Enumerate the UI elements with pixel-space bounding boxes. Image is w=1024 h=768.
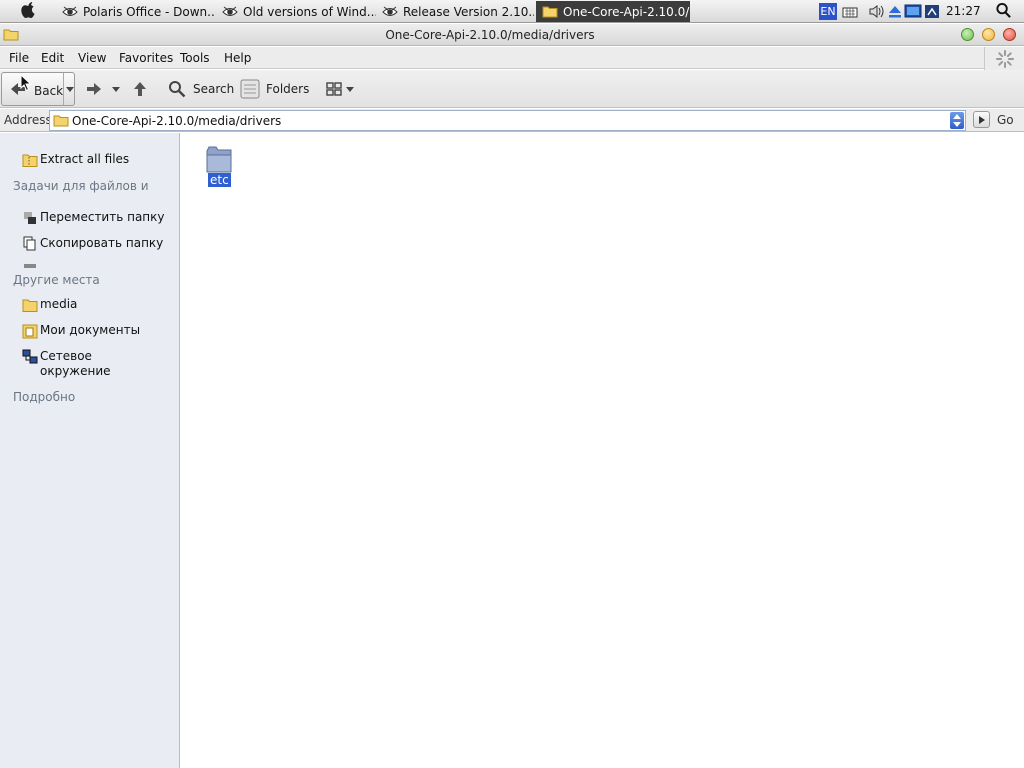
menu-help[interactable]: Help [224, 51, 251, 65]
menu-file[interactable]: File [9, 51, 29, 65]
toolbar: Back Search Folders [0, 70, 1024, 108]
place-my-documents-link[interactable]: Мои документы [22, 323, 140, 339]
place-label: media [40, 297, 78, 311]
folder-icon [22, 299, 38, 312]
place-media-link[interactable]: media [22, 297, 77, 313]
taskbar-task-release[interactable]: Release Version 2.10.... [376, 1, 534, 22]
copy-folder-icon [23, 236, 36, 251]
documents-folder-icon [22, 324, 38, 339]
back-label: Back [34, 84, 64, 98]
language-indicator[interactable]: EN [819, 3, 837, 20]
menu-edit[interactable]: Edit [41, 51, 64, 65]
go-arrow-button[interactable] [973, 111, 990, 128]
clipped-task-item [22, 263, 162, 268]
folder-icon [206, 146, 232, 173]
folder-icon [53, 115, 69, 127]
task-label: One-Core-Api-2.10.0/... [563, 4, 690, 19]
window-title-bar[interactable]: One-Core-Api-2.10.0/media/drivers [0, 24, 1024, 46]
extract-all-files-link[interactable]: Extract all files [22, 152, 129, 168]
file-item[interactable] [203, 141, 235, 197]
views-grid-icon[interactable] [326, 82, 342, 96]
eye-icon [222, 6, 238, 16]
play-icon [979, 116, 985, 124]
task-label: Old versions of Wind... [243, 4, 376, 19]
close-button[interactable] [1003, 28, 1016, 41]
search-icon[interactable] [168, 80, 186, 98]
back-button[interactable]: Back [1, 72, 75, 106]
eye-icon [62, 6, 78, 16]
network-monitor-icon[interactable] [904, 3, 922, 20]
menu-bar: File Edit View Favorites Tools Help [0, 47, 1024, 69]
folders-button[interactable]: Folders [266, 82, 309, 96]
clock[interactable]: 21:27 [946, 4, 981, 18]
spinner-icon [996, 50, 1014, 68]
extract-all-files-label: Extract all files [40, 152, 130, 166]
up-arrow-icon[interactable] [133, 81, 147, 97]
minimize-button[interactable] [961, 28, 974, 41]
details-heading: Подробно [13, 390, 76, 404]
other-places-heading: Другие места [13, 273, 100, 287]
taskbar-task-old-versions[interactable]: Old versions of Wind... [216, 1, 376, 22]
up-down-arrows-icon [953, 114, 961, 127]
task-label: Release Version 2.10.... [403, 4, 534, 19]
menu-favorites[interactable]: Favorites [119, 51, 173, 65]
task-pane: Extract all files Задачи для файлов и па… [0, 133, 180, 768]
file-list-view[interactable]: etc [181, 133, 1024, 768]
eye-icon [382, 6, 398, 16]
folders-icon[interactable] [240, 79, 260, 99]
taskbar: Polaris Office - Down... Old versions of… [0, 0, 1024, 23]
chevron-down-icon [66, 87, 74, 92]
mouse-pointer-icon [20, 74, 32, 92]
eject-icon[interactable] [888, 3, 902, 20]
address-bar: Address One-Core-Api-2.10.0/media/driver… [0, 109, 1024, 132]
keyboard-icon[interactable] [842, 3, 858, 20]
move-folder-label: Переместить папку [40, 210, 165, 224]
menu-tools[interactable]: Tools [180, 51, 210, 65]
delete-icon [24, 264, 36, 268]
window-title: One-Core-Api-2.10.0/media/drivers [385, 28, 595, 42]
zip-folder-icon [22, 154, 38, 167]
network-icon [22, 349, 38, 364]
file-item-label[interactable]: etc [208, 173, 231, 187]
chevron-down-icon[interactable] [346, 87, 354, 92]
search-icon[interactable] [995, 2, 1012, 19]
menu-view[interactable]: View [78, 51, 106, 65]
taskbar-task-explorer[interactable]: One-Core-Api-2.10.0/... [536, 1, 690, 22]
back-dropdown-button[interactable] [63, 73, 75, 105]
place-network-link[interactable]: Сетевое окружение [22, 349, 111, 379]
go-button[interactable]: Go [997, 113, 1014, 127]
folder-icon [542, 6, 558, 18]
address-dropdown-button[interactable] [950, 112, 964, 129]
file-tasks-heading: Задачи для файлов и папок [13, 179, 149, 193]
update-icon[interactable] [924, 3, 940, 20]
volume-icon[interactable] [868, 3, 886, 20]
search-button[interactable]: Search [193, 82, 234, 96]
chevron-down-icon[interactable] [112, 87, 120, 92]
address-value: One-Core-Api-2.10.0/media/drivers [72, 114, 282, 128]
copy-folder-link[interactable]: Скопировать папку [22, 236, 163, 252]
copy-folder-label: Скопировать папку [40, 236, 164, 250]
address-label: Address [4, 113, 52, 127]
forward-arrow-icon[interactable] [86, 82, 102, 96]
move-folder-icon [24, 212, 36, 224]
activity-throbber [984, 47, 1024, 71]
apple-menu-icon[interactable] [18, 2, 38, 20]
move-folder-link[interactable]: Переместить папку [22, 210, 165, 226]
maximize-button[interactable] [982, 28, 995, 41]
place-label: Мои документы [40, 323, 141, 337]
address-input[interactable]: One-Core-Api-2.10.0/media/drivers [49, 110, 966, 131]
taskbar-task-polaris[interactable]: Polaris Office - Down... [56, 1, 216, 22]
task-label: Polaris Office - Down... [83, 4, 216, 19]
place-label: Сетевое окружение [40, 349, 111, 378]
